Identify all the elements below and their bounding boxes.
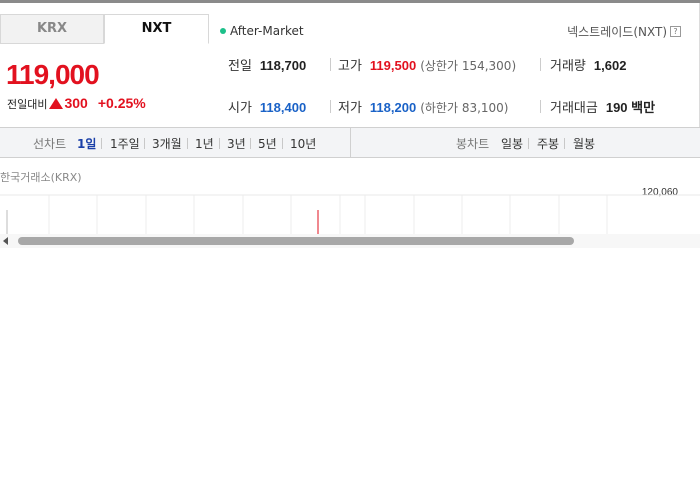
lower-limit: (하한가 83,100) — [420, 101, 509, 115]
divider — [564, 138, 565, 149]
period-3m[interactable]: 3개월 — [152, 135, 182, 152]
stat-value: 119,500 — [369, 58, 417, 73]
stat-low: 저가 118,200 (하한가 83,100) — [338, 97, 509, 116]
stat-label: 고가 — [338, 59, 362, 74]
candle-chart-label: 봉차트 — [456, 137, 490, 151]
stat-value: 118,400 — [259, 100, 307, 115]
tab-nxt[interactable]: NXT — [104, 14, 209, 44]
chart-period-toolbar: 선차트 1일 1주일 3개월 1년 3년 5년 10년 봉차트 일봉 주봉 월봉 — [0, 127, 700, 158]
line-chart-label: 선차트 — [33, 137, 67, 151]
divider — [250, 138, 251, 149]
price-change: 전일대비 300 +0.25% — [7, 95, 146, 112]
divider — [282, 138, 283, 149]
stat-label: 거래량 — [550, 59, 586, 74]
scroll-left-icon[interactable] — [3, 237, 8, 245]
divider — [144, 138, 145, 149]
divider — [528, 138, 529, 149]
divider — [540, 58, 541, 71]
stat-open: 시가 118,400 — [228, 97, 306, 116]
upper-limit: (상한가 154,300) — [420, 59, 517, 73]
stat-label: 시가 — [228, 101, 252, 116]
price-chart — [0, 194, 700, 234]
session-status: After-Market — [220, 24, 304, 38]
stat-label: 전일 — [228, 59, 252, 74]
nxt-info-link[interactable]: 넥스트레이드(NXT) ? — [567, 23, 681, 40]
nxt-link-label: 넥스트레이드(NXT) — [567, 25, 667, 39]
horizontal-scrollbar[interactable] — [0, 234, 700, 248]
stat-trade-value: 거래대금 190 백만 — [550, 97, 655, 116]
up-triangle-icon — [49, 98, 64, 109]
stat-label: 거래대금 — [550, 101, 598, 116]
candle-monthly[interactable]: 월봉 — [573, 135, 595, 152]
divider — [330, 100, 331, 113]
period-10y[interactable]: 10년 — [290, 135, 316, 152]
period-5y[interactable]: 5년 — [258, 135, 277, 152]
help-icon[interactable]: ? — [670, 26, 681, 37]
scrollbar-thumb[interactable] — [18, 237, 574, 245]
divider — [540, 100, 541, 113]
change-percent: +0.25% — [97, 95, 146, 111]
period-3y[interactable]: 3년 — [227, 135, 246, 152]
divider — [330, 58, 331, 71]
divider — [219, 138, 220, 149]
toolbar-divider — [350, 128, 351, 158]
chart-source: 한국거래소(KRX) — [0, 171, 82, 184]
period-1y[interactable]: 1년 — [195, 135, 214, 152]
quote-panel: KRX NXT After-Market 넥스트레이드(NXT) ? 119,0… — [0, 3, 700, 127]
stat-value: 118,200 — [369, 100, 417, 115]
stat-value: 118,700 — [259, 58, 307, 73]
session-status-label: After-Market — [230, 24, 304, 38]
period-1w[interactable]: 1주일 — [110, 135, 140, 152]
divider — [187, 138, 188, 149]
stat-volume: 거래량 1,602 — [550, 55, 626, 74]
divider — [101, 138, 102, 149]
status-dot-icon — [220, 28, 226, 34]
stat-label: 저가 — [338, 101, 362, 116]
stat-high: 고가 119,500 (상한가 154,300) — [338, 55, 516, 74]
stat-value: 190 백만 — [605, 100, 656, 115]
candle-daily[interactable]: 일봉 — [501, 135, 523, 152]
tab-krx[interactable]: KRX — [0, 14, 104, 44]
stat-prev-close: 전일 118,700 — [228, 55, 306, 74]
candle-weekly[interactable]: 주봉 — [537, 135, 559, 152]
change-label: 전일대비 — [7, 98, 48, 111]
chart-gridlines — [48, 195, 608, 234]
stat-value: 1,602 — [593, 58, 627, 73]
period-1d[interactable]: 1일 — [77, 135, 96, 152]
current-price: 119,000 — [6, 59, 100, 90]
change-value: 300 — [64, 95, 88, 111]
